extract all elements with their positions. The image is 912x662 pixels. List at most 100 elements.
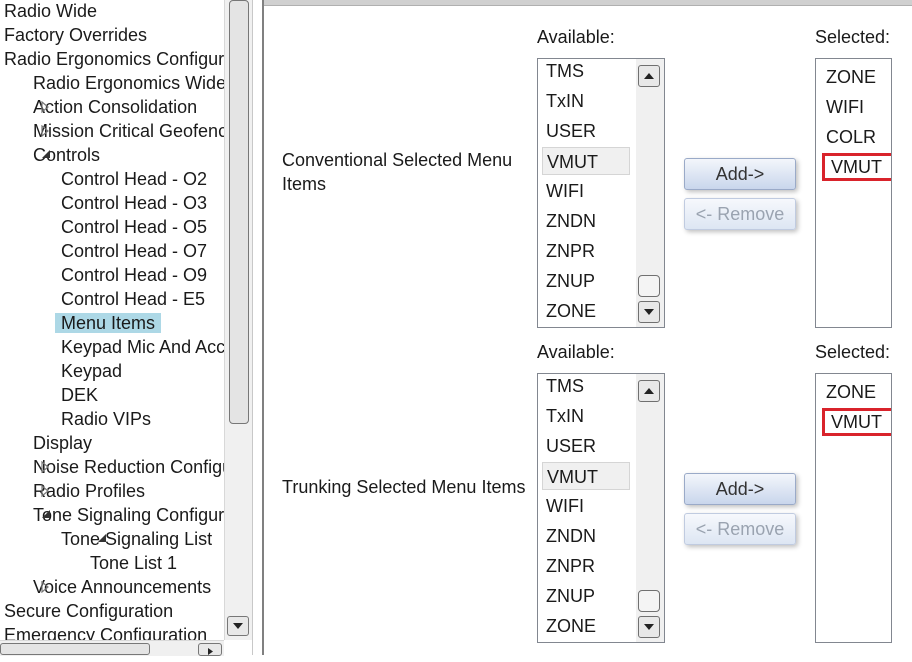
list-scrollbar[interactable] <box>636 374 664 642</box>
tree-item[interactable]: Menu Items <box>55 311 162 335</box>
tree-item[interactable]: Mission Critical Geofenc <box>33 119 227 143</box>
list-item[interactable]: USER <box>542 432 630 460</box>
tree-hscroll-thumb[interactable] <box>0 643 150 655</box>
tree-item-label: Keypad Mic And Acc <box>61 337 226 357</box>
tree-item[interactable]: Radio Wide <box>4 0 97 23</box>
tree-item-label: Radio Ergonomics Configura <box>4 49 235 69</box>
tree-item[interactable]: Keypad Mic And Acc <box>61 335 225 359</box>
list-item[interactable]: ZONE <box>542 297 630 325</box>
expanded-triangle-icon[interactable] <box>41 149 51 161</box>
list-item[interactable]: ZNPR <box>542 552 630 580</box>
list-item[interactable]: ZNPR <box>542 237 630 265</box>
list-item[interactable]: ZNDN <box>542 522 630 550</box>
tree-item[interactable]: Control Head - O5 <box>61 215 207 239</box>
selected-item[interactable]: ZONE <box>822 63 876 91</box>
tree-item[interactable]: Keypad <box>61 359 122 383</box>
tree-item[interactable]: Secure Configuration <box>4 599 173 623</box>
tree-item[interactable]: Controls <box>33 143 100 167</box>
tree-item[interactable]: Control Head - O7 <box>61 239 207 263</box>
tree-item[interactable]: Noise Reduction Configu <box>33 455 232 479</box>
collapsed-triangle-icon[interactable] <box>41 101 51 113</box>
tree-item-label: Factory Overrides <box>4 25 148 45</box>
scroll-right-arrow-icon[interactable] <box>198 643 222 656</box>
list-item[interactable]: ZNDN <box>542 207 630 235</box>
remove-button[interactable]: <- Remove <box>684 513 796 545</box>
scroll-down-arrow-icon[interactable] <box>227 616 249 636</box>
tree-item[interactable]: Tone Signaling List <box>61 527 212 551</box>
conventional-selected-list[interactable]: ZONE WIFI COLR VMUT <box>815 58 892 328</box>
tree-item-label: Display <box>33 433 93 453</box>
list-item[interactable]: TxIN <box>542 87 630 115</box>
selected-item[interactable]: WIFI <box>822 93 864 121</box>
tree-item[interactable]: Display <box>33 431 92 455</box>
tree-item[interactable]: Voice Announcements <box>33 575 211 599</box>
trunking-available-list[interactable]: TMS TxIN USER VMUT WIFI ZNDN ZNPR ZNUP ZONE <box>537 373 665 643</box>
remove-button[interactable]: <- Remove <box>684 198 796 230</box>
tree-scroll-thumb[interactable] <box>229 0 249 424</box>
list-item[interactable]: TMS <box>542 374 630 400</box>
tree-item[interactable]: Control Head - O9 <box>61 263 207 287</box>
conventional-section-title: Conventional Selected Menu Items <box>282 150 513 194</box>
tree-item-label: Radio Ergonomics Wide <box>33 73 227 93</box>
tree-item[interactable]: Control Head - O3 <box>61 191 207 215</box>
list-item[interactable]: WIFI <box>542 492 630 520</box>
trunking-section-title: Trunking Selected Menu Items <box>282 477 526 497</box>
add-button[interactable]: Add-> <box>684 473 796 505</box>
tree-item-label: Radio VIPs <box>61 409 152 429</box>
tree-vertical-scrollbar[interactable] <box>224 0 253 640</box>
scroll-down-arrow-icon[interactable] <box>638 616 660 638</box>
tree-item[interactable]: Tone List 1 <box>90 551 177 575</box>
scroll-down-arrow-icon[interactable] <box>638 301 660 323</box>
tree-item[interactable]: Factory Overrides <box>4 23 147 47</box>
list-scroll-thumb[interactable] <box>638 590 660 612</box>
tree-item-label: Tone Signaling List <box>61 529 213 549</box>
selected-item-highlighted[interactable]: VMUT <box>822 408 891 436</box>
trunking-selected-list[interactable]: ZONE VMUT <box>815 373 892 643</box>
tree-item[interactable]: Action Consolidation <box>33 95 197 119</box>
scroll-up-arrow-icon[interactable] <box>638 65 660 87</box>
conventional-available-list[interactable]: TMS TxIN USER VMUT WIFI ZNDN ZNPR ZNUP ZONE <box>537 58 665 328</box>
list-scrollbar[interactable] <box>636 59 664 327</box>
tree-item[interactable]: Radio Ergonomics Wide <box>33 71 226 95</box>
list-item[interactable]: VMUT <box>542 147 630 175</box>
tree-item-label: Tone Signaling Configur <box>33 505 225 525</box>
list-item[interactable]: VMUT <box>542 462 630 490</box>
selected-item[interactable]: COLR <box>822 123 876 151</box>
list-item[interactable]: ZONE <box>542 612 630 640</box>
tree-item-label: Radio Wide <box>4 1 98 21</box>
tree-item[interactable]: Control Head - E5 <box>61 287 205 311</box>
tree-item[interactable]: Radio VIPs <box>61 407 151 431</box>
list-item[interactable]: TMS <box>542 59 630 85</box>
tree-item[interactable]: Radio Profiles <box>33 479 145 503</box>
list-scroll-thumb[interactable] <box>638 275 660 297</box>
available-label: Available: <box>537 27 615 47</box>
tree-item-label: Control Head - O7 <box>61 241 208 261</box>
tree-item-label: Control Head - O2 <box>61 169 208 189</box>
pane-divider <box>262 0 264 655</box>
collapsed-triangle-icon[interactable] <box>41 125 51 137</box>
list-item[interactable]: USER <box>542 117 630 145</box>
list-item[interactable]: ZNUP <box>542 582 630 610</box>
add-button[interactable]: Add-> <box>684 158 796 190</box>
navigation-tree: Radio Wide Factory Overrides Radio Ergonom… <box>0 0 252 655</box>
tree-item[interactable]: Tone Signaling Configur <box>33 503 224 527</box>
selected-item-highlighted[interactable]: VMUT <box>822 153 891 181</box>
tree-item[interactable]: DEK <box>61 383 98 407</box>
expanded-triangle-icon[interactable] <box>97 533 107 545</box>
tree-item[interactable]: Radio Ergonomics Configura <box>4 47 234 71</box>
tree-item[interactable]: Control Head - O2 <box>61 167 207 191</box>
tree-item-label: Voice Announcements <box>33 577 212 597</box>
list-item[interactable]: ZNUP <box>542 267 630 295</box>
list-item[interactable]: TxIN <box>542 402 630 430</box>
collapsed-triangle-icon[interactable] <box>41 581 51 593</box>
scroll-up-arrow-icon[interactable] <box>638 380 660 402</box>
collapsed-triangle-icon[interactable] <box>41 461 51 473</box>
selected-item[interactable]: ZONE <box>822 378 876 406</box>
available-label: Available: <box>537 342 615 362</box>
tree-item-label: Tone List 1 <box>90 553 178 573</box>
list-item[interactable]: WIFI <box>542 177 630 205</box>
tree-horizontal-scrollbar[interactable] <box>0 640 224 656</box>
tree-item-label: Keypad <box>61 361 123 381</box>
collapsed-triangle-icon[interactable] <box>41 485 51 497</box>
expanded-triangle-icon[interactable] <box>41 509 51 521</box>
